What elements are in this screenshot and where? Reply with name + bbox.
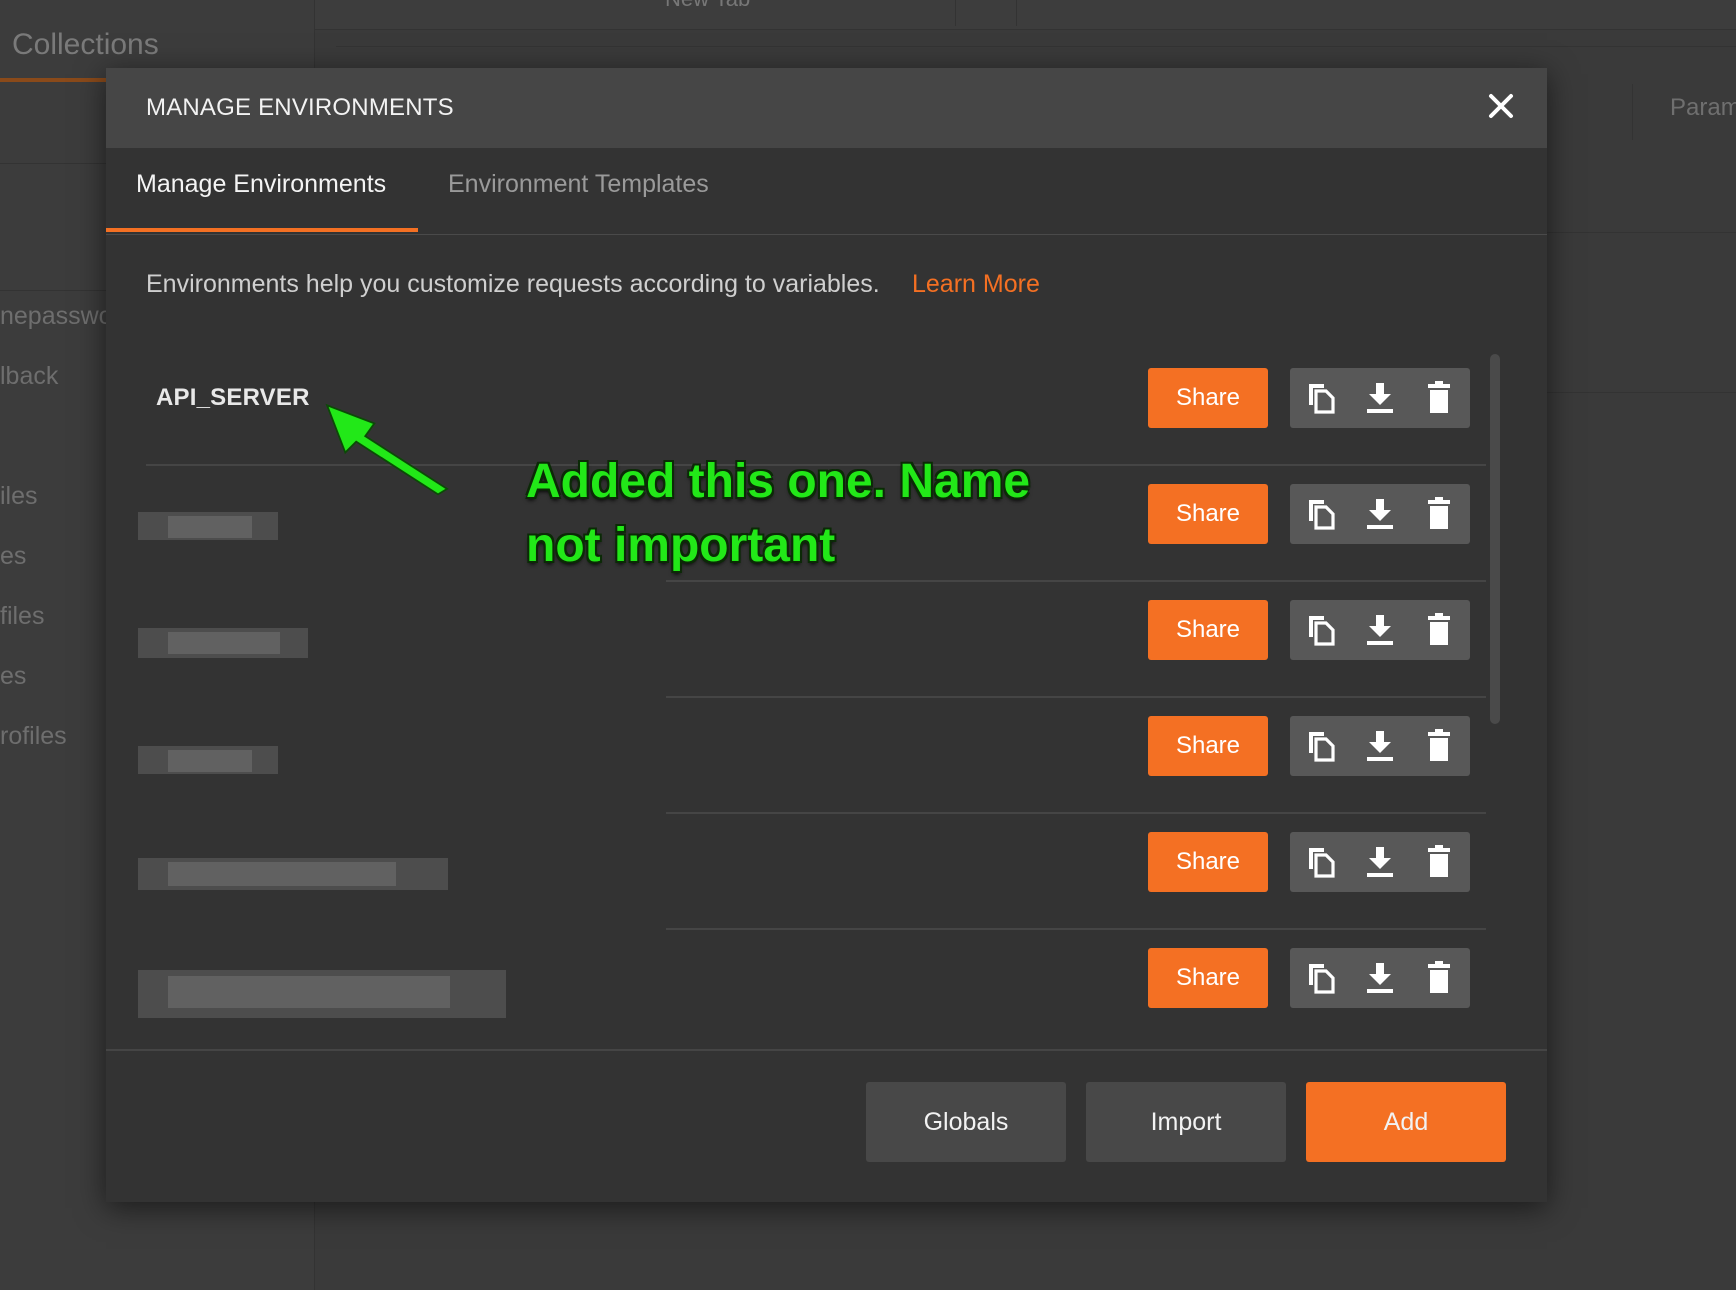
delete-icon[interactable] xyxy=(1422,961,1456,995)
duplicate-icon[interactable] xyxy=(1304,613,1338,647)
duplicate-icon[interactable] xyxy=(1304,497,1338,531)
tab-manage-environments[interactable]: Manage Environments xyxy=(136,170,386,199)
background-divider xyxy=(1546,392,1736,393)
tabs-divider xyxy=(106,234,1547,235)
footer-divider xyxy=(106,1049,1547,1051)
pixelated-environment-name xyxy=(168,516,252,538)
delete-icon[interactable] xyxy=(1422,729,1456,763)
share-button[interactable]: Share xyxy=(1148,832,1268,892)
environment-actions xyxy=(1290,832,1470,892)
active-tab-indicator xyxy=(106,228,418,232)
share-button[interactable]: Share xyxy=(1148,948,1268,1008)
download-icon[interactable] xyxy=(1363,845,1397,879)
add-button[interactable]: Add xyxy=(1306,1082,1506,1162)
share-button[interactable]: Share xyxy=(1148,368,1268,428)
environment-row[interactable]: Share xyxy=(106,698,1547,814)
duplicate-icon[interactable] xyxy=(1304,961,1338,995)
pixelated-environment-name xyxy=(168,862,396,886)
environment-actions xyxy=(1290,948,1470,1008)
params-button[interactable]: Param xyxy=(1670,94,1736,122)
share-button[interactable]: Share xyxy=(1148,600,1268,660)
background-divider xyxy=(1632,84,1633,140)
sidebar-collections-tab[interactable]: Collections xyxy=(12,28,159,62)
environment-actions xyxy=(1290,600,1470,660)
environment-row[interactable]: Share xyxy=(106,814,1547,930)
background-tab-bar: New Tab xyxy=(315,0,1736,30)
modal-header: MANAGE ENVIRONMENTS xyxy=(106,68,1547,148)
pixelated-environment-name xyxy=(168,632,280,654)
download-icon[interactable] xyxy=(1363,497,1397,531)
sidebar-item[interactable]: es xyxy=(0,662,26,691)
sidebar-item[interactable]: rofiles xyxy=(0,722,67,751)
sidebar-item[interactable]: iles xyxy=(0,482,38,511)
globals-button[interactable]: Globals xyxy=(866,1082,1066,1162)
annotation-line: not important xyxy=(526,519,836,572)
duplicate-icon[interactable] xyxy=(1304,381,1338,415)
share-button[interactable]: Share xyxy=(1148,484,1268,544)
intro-text: Environments help you customize requests… xyxy=(146,270,880,298)
download-icon[interactable] xyxy=(1363,961,1397,995)
new-tab-button[interactable] xyxy=(955,0,1017,26)
manage-environments-modal: MANAGE ENVIRONMENTS Manage Environments … xyxy=(106,68,1547,1202)
duplicate-icon[interactable] xyxy=(1304,729,1338,763)
environment-row[interactable]: Share xyxy=(106,930,1547,1046)
sidebar-divider xyxy=(0,290,110,291)
sidebar-item[interactable]: files xyxy=(0,602,44,631)
sidebar-item[interactable]: lback xyxy=(0,362,58,391)
modal-title: MANAGE ENVIRONMENTS xyxy=(146,94,454,121)
environment-actions xyxy=(1290,484,1470,544)
delete-icon[interactable] xyxy=(1422,613,1456,647)
background-divider xyxy=(1546,232,1736,233)
delete-icon[interactable] xyxy=(1422,497,1456,531)
download-icon[interactable] xyxy=(1363,613,1397,647)
pixelated-environment-name xyxy=(168,750,252,772)
environment-name[interactable]: API_SERVER xyxy=(156,384,310,412)
pixelated-environment-name xyxy=(168,976,450,1008)
environment-actions xyxy=(1290,716,1470,776)
background-tab[interactable]: New Tab xyxy=(665,0,750,12)
scrollbar[interactable] xyxy=(1490,354,1500,724)
sidebar-item[interactable]: es xyxy=(0,542,26,571)
delete-icon[interactable] xyxy=(1422,845,1456,879)
annotation-line: Added this one. Name xyxy=(526,455,1031,508)
tab-environment-templates[interactable]: Environment Templates xyxy=(448,170,709,199)
import-button[interactable]: Import xyxy=(1086,1082,1286,1162)
environment-actions xyxy=(1290,368,1470,428)
annotation-arrow-icon xyxy=(325,403,449,496)
download-icon[interactable] xyxy=(1363,381,1397,415)
annotation-text: Added this one. Name not important xyxy=(526,450,1086,578)
share-button[interactable]: Share xyxy=(1148,716,1268,776)
environment-row[interactable]: Share xyxy=(106,582,1547,698)
background-divider xyxy=(336,46,1736,47)
sidebar-divider xyxy=(0,163,110,164)
close-icon[interactable] xyxy=(1483,88,1519,124)
sidebar-item[interactable]: nepasswo xyxy=(0,302,113,331)
delete-icon[interactable] xyxy=(1422,381,1456,415)
learn-more-link[interactable]: Learn More xyxy=(912,270,1040,299)
download-icon[interactable] xyxy=(1363,729,1397,763)
duplicate-icon[interactable] xyxy=(1304,845,1338,879)
